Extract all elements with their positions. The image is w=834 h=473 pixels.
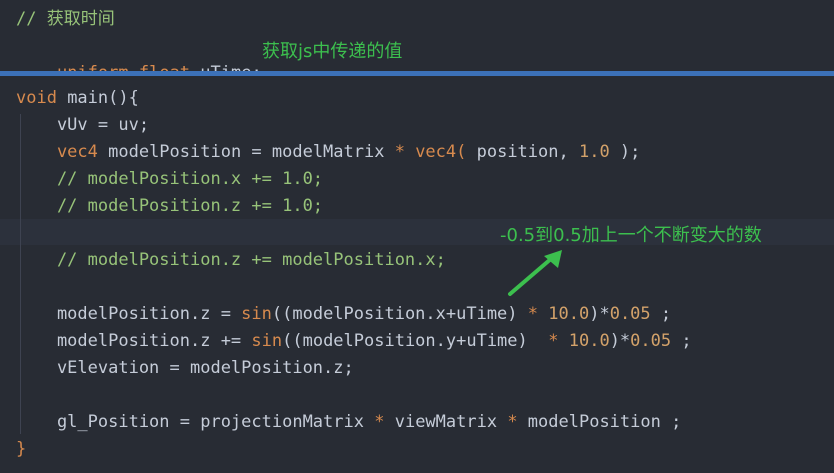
code-pane-top[interactable]: // 获取时间 uniform float uTime; 获取js中传递的值 xyxy=(0,0,834,83)
code-line-gl-position: gl_Position = projectionMatrix * viewMat… xyxy=(16,409,681,436)
assign-z: modelPosition.z = xyxy=(16,304,242,324)
arrow-icon xyxy=(508,250,562,296)
code-line-model-position: vec4 modelPosition = modelMatrix * vec4(… xyxy=(16,139,640,166)
model-position-end: modelPosition ; xyxy=(517,412,682,432)
code-line-uniform: uniform float uTime; xyxy=(16,33,262,83)
annotation-get-js-value: 获取js中传递的值 xyxy=(262,41,403,62)
code-line-comment-x: // modelPosition.x += 1.0; xyxy=(16,169,324,189)
code-line-elevation: vElevation = modelPosition.z; xyxy=(16,358,354,378)
position-arg: position, xyxy=(466,142,579,162)
statement-end: ; xyxy=(671,331,692,351)
statement-end: ; xyxy=(650,304,672,324)
sin-arg-y: ((modelPosition.y+uTime) xyxy=(282,331,549,351)
sin-arg-x: ((modelPosition.x+uTime) xyxy=(271,304,528,324)
close-mult: )* xyxy=(609,331,631,351)
main-signature: main(){ xyxy=(56,88,139,108)
gl-position-assign: gl_Position = projectionMatrix xyxy=(16,412,375,432)
code-line-comment-get-time: // 获取时间 xyxy=(16,9,115,29)
keyword-vec4-call: vec4( xyxy=(404,142,467,162)
code-line-vuv: vUv = uv; xyxy=(16,115,150,135)
number-literal: 0.05 xyxy=(609,304,651,324)
operator-multiply: * xyxy=(507,412,518,432)
number-literal: 10.0 xyxy=(568,331,610,351)
operator-multiply: * xyxy=(548,331,559,351)
code-line-comment-zx: // modelPosition.z += modelPosition.x; xyxy=(16,250,446,270)
code-line-comment-z: // modelPosition.z += 1.0; xyxy=(16,196,324,216)
code-line-sin-x: modelPosition.z = sin((modelPosition.x+u… xyxy=(16,301,671,328)
add-assign-z: modelPosition.z += xyxy=(16,331,252,351)
code-line-close-brace: } xyxy=(16,439,27,459)
number-literal: 0.05 xyxy=(630,331,672,351)
function-sin: sin xyxy=(251,331,283,351)
statement-end: ); xyxy=(609,142,641,162)
code-line-main: void main(){ xyxy=(16,85,139,112)
view-matrix: viewMatrix xyxy=(384,412,508,432)
annotation-range: -0.5到0.5加上一个不断变大的数 xyxy=(500,225,762,246)
model-position-decl: modelPosition = modelMatrix xyxy=(97,142,395,162)
keyword-vec4: vec4 xyxy=(16,142,98,162)
keyword-void: void xyxy=(16,88,57,108)
number-literal: 1.0 xyxy=(578,142,610,162)
function-sin: sin xyxy=(241,304,272,324)
close-mult: )* xyxy=(589,304,610,324)
code-line-sin-y: modelPosition.z += sin((modelPosition.y+… xyxy=(16,328,692,355)
number-literal: 10.0 xyxy=(548,304,590,324)
operator-multiply: * xyxy=(527,304,539,324)
operator-multiply: * xyxy=(394,142,405,162)
operator-multiply: * xyxy=(374,412,385,432)
